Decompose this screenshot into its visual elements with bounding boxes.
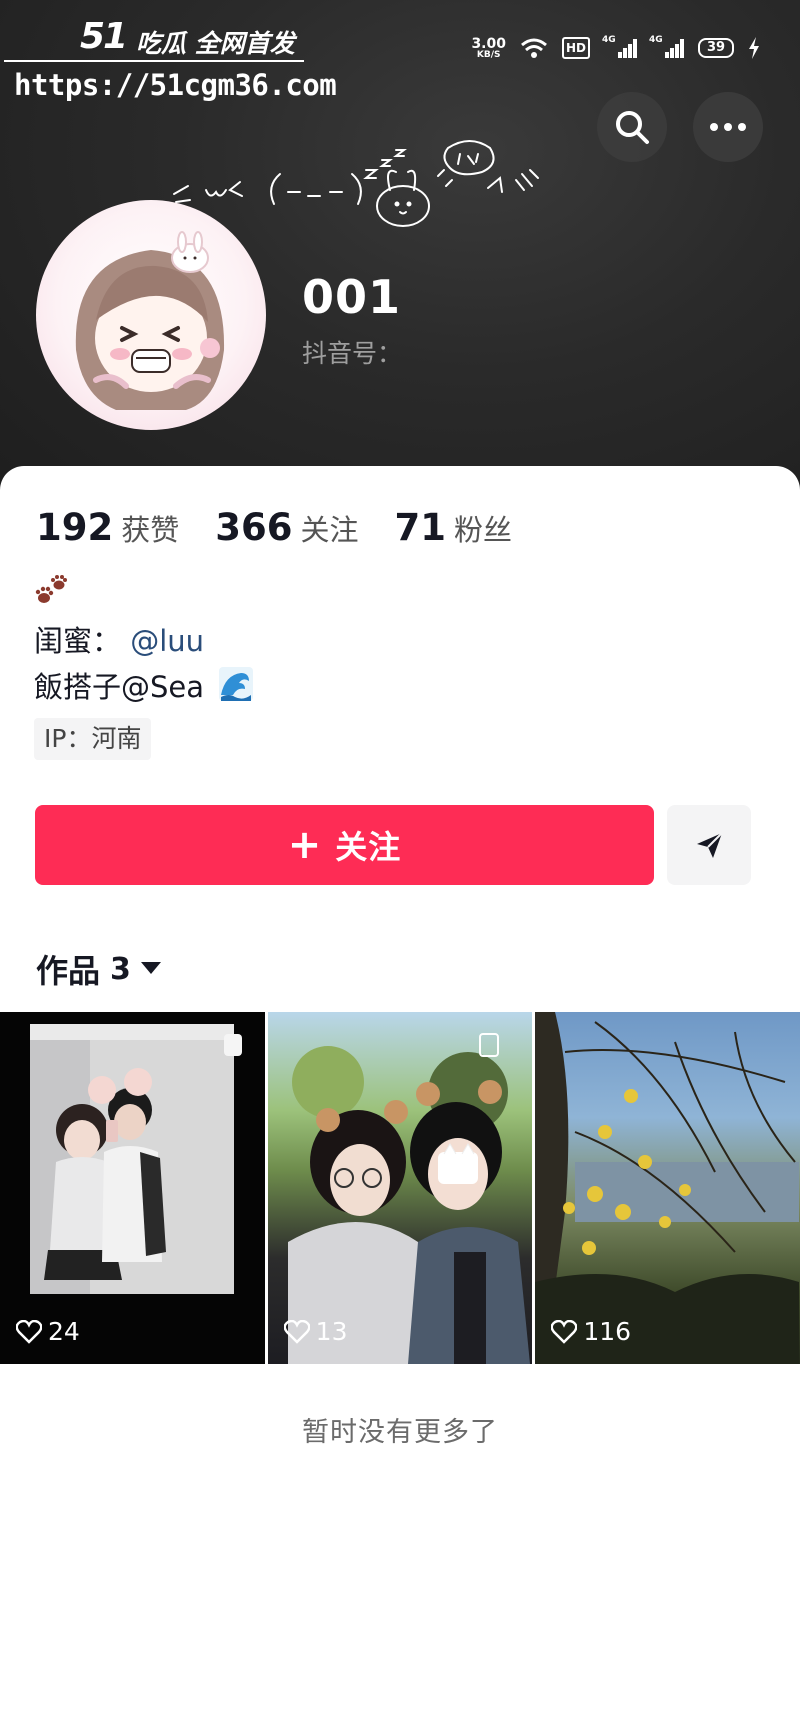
avatar[interactable]: [36, 200, 266, 430]
ip-location-tag: IP：河南: [34, 718, 152, 760]
thumbnail-image: [30, 1024, 242, 1294]
watermark-url: https://51cgm36.com: [14, 68, 337, 102]
stat-likes-count: 192: [36, 506, 114, 549]
stat-following[interactable]: 366 关注: [215, 506, 358, 549]
works-tab-count: 3: [110, 951, 131, 987]
hd-voice-badge: HD: [561, 37, 590, 59]
profile-name: 001: [302, 270, 402, 324]
plus-icon: +: [287, 822, 322, 868]
works-tab-label: 作品: [36, 952, 101, 990]
bio-food-buddy: 飯搭子@Sea: [34, 670, 205, 704]
video-likes: 24: [16, 1317, 80, 1346]
wave-emoji-icon: [219, 667, 254, 701]
stat-followers[interactable]: 71 粉丝: [395, 506, 513, 549]
stat-followers-label: 粉丝: [454, 513, 513, 547]
thumbnail-image: [287, 1033, 530, 1364]
bio-line-2: 飯搭子@Sea: [34, 664, 254, 706]
video-likes: 116: [551, 1317, 631, 1346]
profile-stats: 192 获赞 366 关注 71 粉丝: [36, 506, 512, 549]
video-grid: 24 13 116: [0, 1012, 800, 1364]
watermark-tagline: 吃瓜 全网首发: [136, 29, 295, 58]
video-likes: 13: [283, 1317, 348, 1346]
watermark-logo: 51: [80, 16, 128, 57]
profile-card: 192 获赞 366 关注 71 粉丝 闺蜜： @luu 飯搭子@Sea IP：…: [0, 466, 800, 1733]
send-icon: [697, 832, 723, 858]
no-more-content-text: 暂时没有更多了: [302, 1417, 498, 1448]
thumbnail-image: [535, 1012, 800, 1364]
stat-likes-label: 获赞: [121, 513, 180, 547]
caret-down-icon: [140, 962, 161, 974]
stat-followers-count: 71: [394, 506, 447, 549]
signal-1-icon: 4G: [602, 35, 637, 58]
avatar-illustration: [75, 231, 225, 410]
watermark: 51 吃瓜 全网首发 https://51cgm36.com: [0, 10, 337, 105]
network-speed-value: 3.00: [471, 35, 506, 52]
signal-2-icon: 4G: [649, 35, 684, 58]
more-dots-icon: [710, 123, 746, 131]
bio-line-1: 闺蜜： @luu: [34, 618, 204, 660]
stat-following-count: 366: [215, 506, 293, 549]
watermark-divider: [4, 60, 304, 62]
battery-icon: 39: [698, 38, 734, 58]
stat-following-label: 关注: [300, 513, 359, 547]
profile-header: 51 吃瓜 全网首发 https://51cgm36.com 3.00 KB/S…: [0, 0, 800, 500]
video-thumbnail[interactable]: 13: [267, 1012, 533, 1364]
douyin-id: 抖音号：: [302, 339, 403, 368]
signal-1-label: 4G: [602, 34, 616, 45]
video-thumbnail[interactable]: 24: [0, 1012, 265, 1364]
charging-icon: [749, 37, 759, 59]
more-button[interactable]: [693, 92, 763, 162]
mention-luu-link[interactable]: @luu: [130, 624, 204, 658]
heart-icon: [551, 1319, 578, 1344]
video-likes-count: 24: [48, 1317, 80, 1346]
wifi-icon: [521, 38, 547, 58]
heart-icon: [16, 1319, 42, 1344]
network-speed-unit: KB/S: [476, 49, 501, 60]
status-bar: 3.00 KB/S HD 4G 4G 39: [471, 32, 760, 64]
bio-bestie-label: 闺蜜：: [34, 624, 122, 658]
works-tab[interactable]: 作品 3: [36, 946, 161, 992]
signal-2-label: 4G: [649, 34, 663, 45]
heart-icon: [283, 1319, 310, 1344]
video-thumbnail[interactable]: 116: [535, 1012, 800, 1364]
search-icon: [616, 111, 649, 144]
video-likes-count: 13: [315, 1317, 348, 1346]
send-message-button[interactable]: [667, 805, 751, 885]
network-speed: 3.00 KB/S: [471, 37, 506, 60]
paw-icon: [35, 575, 67, 603]
follow-button[interactable]: + 关注: [35, 805, 654, 885]
follow-button-label: 关注: [335, 828, 402, 866]
stat-likes[interactable]: 192 获赞: [36, 506, 179, 549]
background-doodle: [173, 140, 539, 227]
video-likes-count: 116: [583, 1317, 632, 1346]
